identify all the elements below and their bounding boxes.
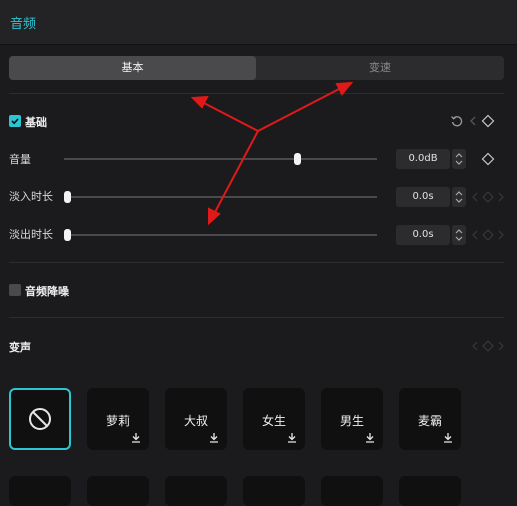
annotation-arrow — [213, 130, 259, 215]
panel-title: 音频 — [10, 17, 37, 32]
fade-out-keyframe-controls-icon — [472, 229, 504, 241]
preset-label: 大叔 — [183, 414, 208, 428]
tab-speed[interactable]: 变速 — [256, 56, 504, 80]
stepper-arrows-icon — [455, 153, 463, 165]
download-icon — [210, 433, 218, 443]
stepper-arrows-icon — [455, 191, 463, 203]
volume-keyframe-icon[interactable] — [481, 152, 495, 166]
divider — [9, 317, 504, 318]
preset-mic-hog[interactable]: 麦霸 — [399, 388, 461, 450]
tab-basic[interactable]: 基本 — [9, 56, 256, 80]
download-icon — [366, 433, 374, 443]
voice-change-keyframe-controls-icon — [472, 340, 504, 352]
preset-tile-partial[interactable] — [321, 476, 383, 506]
preset-label: 男生 — [339, 414, 364, 428]
preset-label: 女生 — [261, 414, 286, 428]
preset-label: 麦霸 — [417, 414, 442, 428]
download-icon — [132, 433, 140, 443]
stepper-arrows-icon — [455, 229, 463, 241]
preset-tile-partial[interactable] — [9, 476, 71, 506]
fade-out-value-field[interactable]: 0.0s — [396, 225, 450, 245]
volume-label: 音量 — [9, 153, 31, 166]
divider — [9, 93, 504, 94]
noise-reduction-label: 音频降噪 — [25, 285, 69, 298]
fade-out-slider-thumb[interactable] — [64, 229, 71, 241]
fade-in-value-field[interactable]: 0.0s — [396, 187, 450, 207]
checkmark-icon — [11, 118, 19, 125]
fade-out-slider-track[interactable] — [64, 234, 377, 236]
volume-value-field[interactable]: 0.0dB — [396, 149, 450, 169]
divider — [9, 262, 504, 263]
fade-in-label: 淡入时长 — [9, 190, 53, 203]
download-icon — [288, 433, 296, 443]
noise-reduction-checkbox[interactable] — [9, 284, 21, 296]
preset-female[interactable]: 女生 — [243, 388, 305, 450]
basic-section-title: 基础 — [25, 116, 47, 129]
preset-male[interactable]: 男生 — [321, 388, 383, 450]
fade-out-stepper[interactable] — [452, 225, 466, 245]
panel-header: 音频 — [0, 0, 517, 45]
fade-in-keyframe-controls-icon — [472, 191, 504, 203]
fade-out-label: 淡出时长 — [9, 228, 53, 241]
fade-in-slider-track[interactable] — [64, 196, 377, 198]
fade-in-slider-thumb[interactable] — [64, 191, 71, 203]
annotation-arrow — [201, 101, 259, 132]
tab-bar: 基本 变速 — [9, 56, 504, 80]
preset-tile-partial[interactable] — [87, 476, 149, 506]
preset-tile-partial[interactable] — [399, 476, 461, 506]
annotation-arrowhead — [190, 95, 209, 109]
prev-keyframe-icon[interactable] — [469, 115, 477, 127]
annotation-arrowhead — [208, 207, 221, 226]
volume-stepper[interactable] — [452, 149, 466, 169]
preset-uncle[interactable]: 大叔 — [165, 388, 227, 450]
volume-slider-track[interactable] — [64, 158, 377, 160]
reset-icon[interactable] — [450, 114, 464, 128]
preset-loli[interactable]: 萝莉 — [87, 388, 149, 450]
basic-checkbox[interactable] — [9, 115, 21, 127]
preset-label: 萝莉 — [105, 414, 130, 428]
annotation-arrow — [257, 87, 342, 132]
fade-in-stepper[interactable] — [452, 187, 466, 207]
download-icon — [444, 433, 452, 443]
preset-tile-partial[interactable] — [165, 476, 227, 506]
voice-change-title: 变声 — [9, 341, 31, 354]
preset-tile-partial[interactable] — [243, 476, 305, 506]
no-effect-icon — [29, 408, 51, 430]
volume-slider-thumb[interactable] — [293, 153, 301, 165]
keyframe-icon[interactable] — [481, 114, 495, 128]
preset-none[interactable] — [9, 388, 71, 450]
